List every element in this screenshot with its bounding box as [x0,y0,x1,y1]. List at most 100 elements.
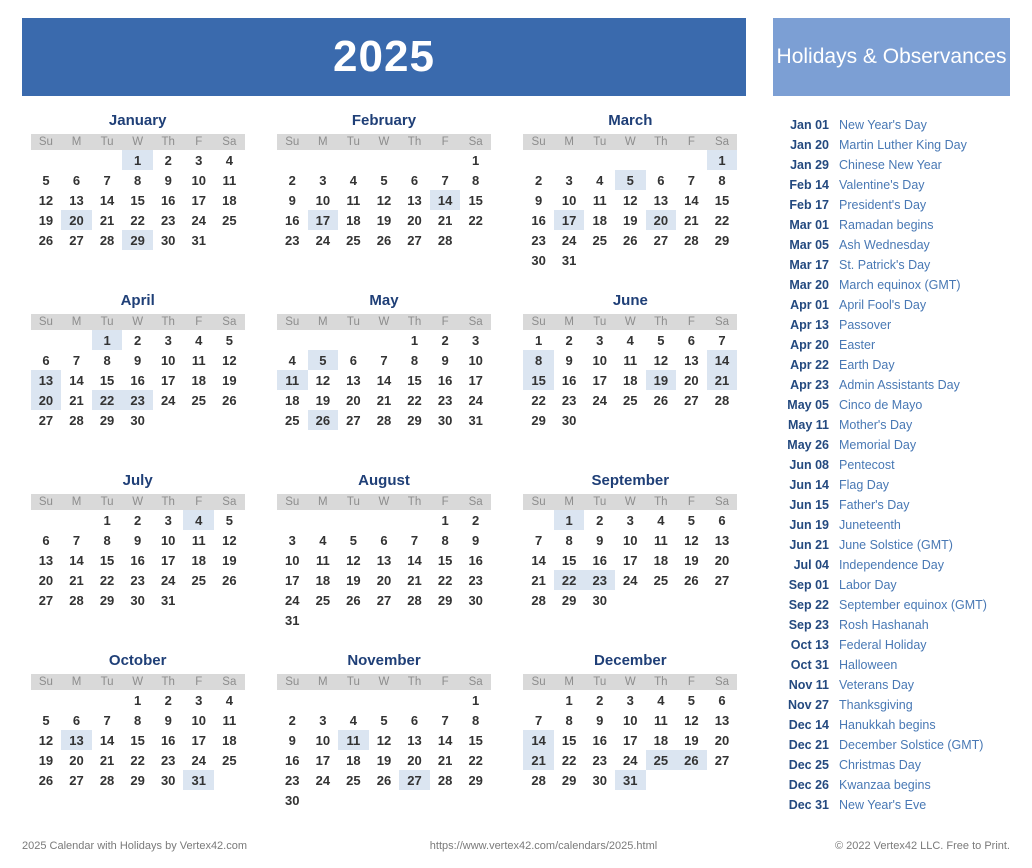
day-cell[interactable]: 12 [369,190,400,210]
day-cell[interactable]: 15 [122,730,153,750]
day-cell[interactable]: 15 [460,190,491,210]
day-cell[interactable]: 20 [369,570,400,590]
day-cell[interactable]: 27 [676,390,707,410]
day-cell[interactable]: 9 [460,530,491,550]
day-cell[interactable]: 17 [553,210,585,230]
day-cell[interactable]: 26 [369,770,400,790]
day-cell[interactable]: 24 [554,230,585,250]
day-cell[interactable]: 6 [676,330,707,350]
day-cell[interactable]: 23 [584,570,615,590]
day-cell[interactable]: 26 [676,750,707,770]
day-cell[interactable]: 13 [399,730,430,750]
day-cell[interactable]: 16 [523,210,554,230]
day-cell[interactable]: 26 [214,570,245,590]
day-cell[interactable]: 19 [308,390,339,410]
day-cell[interactable]: 12 [615,190,646,210]
day-cell[interactable]: 11 [276,370,308,390]
day-cell[interactable]: 16 [277,210,308,230]
day-cell[interactable]: 4 [338,710,369,730]
day-cell[interactable]: 14 [706,350,738,370]
day-cell[interactable]: 1 [523,330,554,350]
day-cell[interactable]: 22 [91,390,123,410]
day-cell[interactable]: 2 [277,170,308,190]
day-cell[interactable]: 8 [399,350,430,370]
day-cell[interactable]: 2 [122,330,153,350]
day-cell[interactable]: 14 [61,550,92,570]
day-cell[interactable]: 29 [399,410,430,430]
day-cell[interactable]: 20 [676,370,707,390]
day-cell[interactable]: 23 [523,230,554,250]
day-cell[interactable]: 15 [399,370,430,390]
day-cell[interactable]: 11 [338,190,369,210]
day-cell[interactable]: 21 [61,390,92,410]
day-cell[interactable]: 23 [122,390,153,410]
day-cell[interactable]: 23 [430,390,461,410]
day-cell[interactable]: 4 [183,330,214,350]
day-cell[interactable]: 17 [615,550,646,570]
day-cell[interactable]: 5 [369,710,400,730]
day-cell[interactable]: 5 [31,170,62,190]
day-cell[interactable]: 13 [676,350,707,370]
day-cell[interactable]: 1 [92,510,123,530]
day-cell[interactable]: 29 [554,770,585,790]
day-cell[interactable]: 30 [153,230,184,250]
day-cell[interactable]: 10 [615,710,646,730]
day-cell[interactable]: 3 [183,690,214,710]
day-cell[interactable]: 1 [554,690,585,710]
day-cell[interactable]: 9 [122,530,153,550]
day-cell[interactable]: 7 [430,710,461,730]
day-cell[interactable]: 7 [61,350,92,370]
day-cell[interactable]: 27 [707,750,738,770]
day-cell[interactable]: 30 [277,790,308,810]
day-cell[interactable]: 28 [430,770,461,790]
day-cell[interactable]: 30 [122,590,153,610]
day-cell[interactable]: 26 [676,570,707,590]
day-cell[interactable]: 8 [92,530,123,550]
day-cell[interactable]: 29 [92,410,123,430]
day-cell[interactable]: 14 [399,550,430,570]
day-cell[interactable]: 5 [615,170,646,190]
day-cell[interactable]: 23 [584,750,615,770]
day-cell[interactable]: 25 [277,410,308,430]
day-cell[interactable]: 2 [153,690,184,710]
day-cell[interactable]: 31 [615,770,646,790]
day-cell[interactable]: 3 [277,530,308,550]
day-cell[interactable]: 28 [676,230,707,250]
day-cell[interactable]: 7 [369,350,400,370]
day-cell[interactable]: 1 [122,150,153,170]
day-cell[interactable]: 20 [338,390,369,410]
day-cell[interactable]: 20 [645,210,677,230]
day-cell[interactable]: 9 [277,730,308,750]
day-cell[interactable]: 11 [646,530,677,550]
day-cell[interactable]: 30 [460,590,491,610]
day-cell[interactable]: 18 [646,550,677,570]
day-cell[interactable]: 27 [646,230,677,250]
day-cell[interactable]: 24 [615,750,646,770]
day-cell[interactable]: 13 [61,190,92,210]
day-cell[interactable]: 22 [523,390,554,410]
day-cell[interactable]: 30 [584,770,615,790]
day-cell[interactable]: 8 [523,350,554,370]
day-cell[interactable]: 21 [92,210,123,230]
day-cell[interactable]: 20 [399,750,430,770]
day-cell[interactable]: 22 [460,210,491,230]
day-cell[interactable]: 17 [183,730,214,750]
day-cell[interactable]: 13 [707,710,738,730]
day-cell[interactable]: 15 [707,190,738,210]
day-cell[interactable]: 4 [308,530,339,550]
day-cell[interactable]: 9 [153,170,184,190]
day-cell[interactable]: 11 [214,170,245,190]
day-cell[interactable]: 26 [307,410,339,430]
day-cell[interactable]: 15 [92,550,123,570]
day-cell[interactable]: 9 [277,190,308,210]
day-cell[interactable]: 11 [646,710,677,730]
day-cell[interactable]: 2 [122,510,153,530]
day-cell[interactable]: 16 [122,550,153,570]
day-cell[interactable]: 7 [61,530,92,550]
day-cell[interactable]: 7 [523,710,554,730]
day-cell[interactable]: 10 [308,190,339,210]
day-cell[interactable]: 12 [31,730,62,750]
day-cell[interactable]: 30 [153,770,184,790]
day-cell[interactable]: 1 [430,510,461,530]
day-cell[interactable]: 17 [153,370,184,390]
